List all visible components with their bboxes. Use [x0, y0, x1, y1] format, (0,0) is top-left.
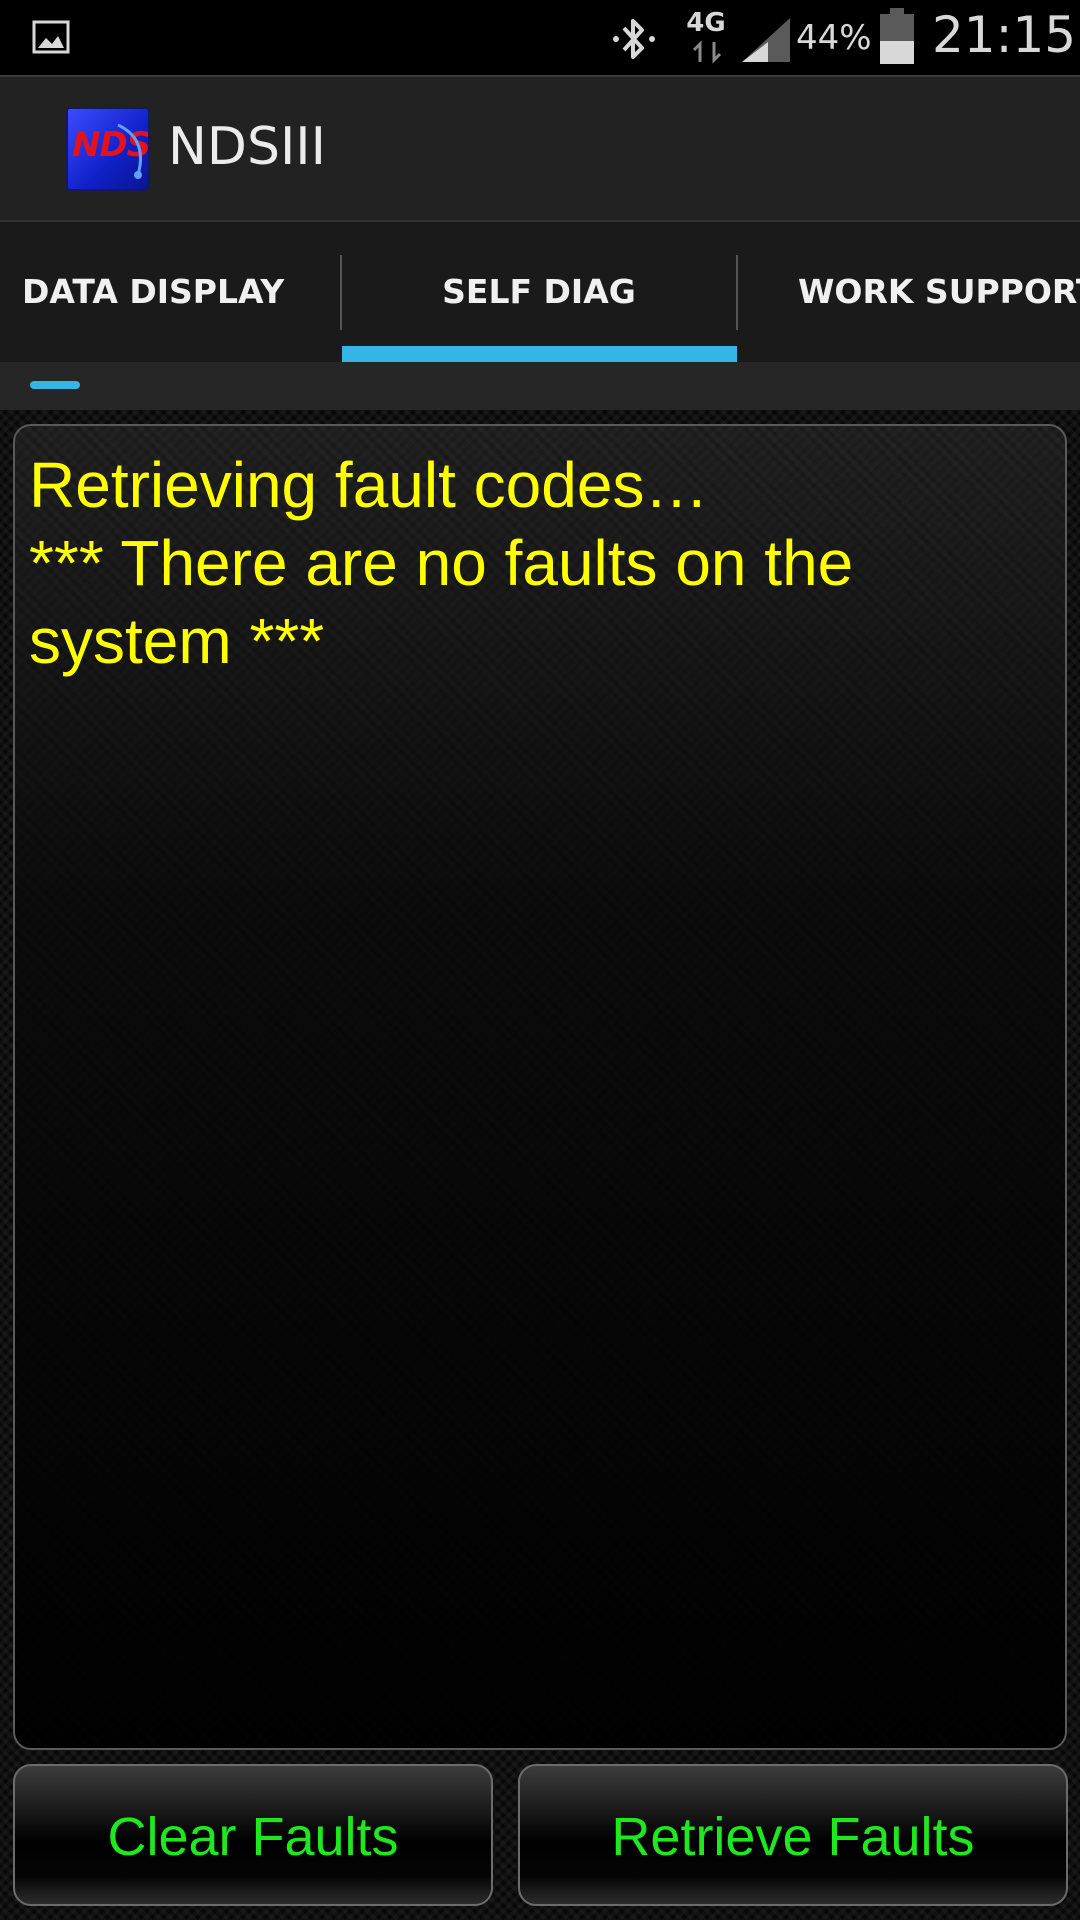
content-area: Retrieving fault codes… *** There are no… [0, 410, 1080, 1920]
status-bar: 4G 44% 21:15 [0, 0, 1080, 75]
tab-work-support[interactable]: WORK SUPPORT [738, 222, 1080, 362]
tab-strip-base [0, 362, 1080, 410]
gallery-image-icon [32, 20, 70, 54]
tab-label: WORK SUPPORT [798, 272, 1080, 311]
output-panel[interactable]: Retrieving fault codes… *** There are no… [13, 424, 1067, 1750]
output-line: *** There are no faults on the [29, 527, 854, 599]
retrieve-faults-button[interactable]: Retrieve Faults [518, 1764, 1068, 1906]
tab-label: SELF DIAG [442, 272, 636, 311]
app-title: NDSIII [168, 117, 326, 177]
output-line: system *** [29, 605, 325, 677]
logo-swoosh-icon [117, 123, 142, 179]
retrieve-faults-label: Retrieve Faults [611, 1807, 975, 1867]
output-line: Retrieving fault codes… [29, 449, 709, 521]
network-type-label: 4G [686, 8, 726, 38]
clear-faults-label: Clear Faults [107, 1807, 399, 1867]
tab-strip: DATA DISPLAY SELF DIAG WORK SUPPORT [0, 222, 1080, 362]
action-bar: NDS NDSIII [0, 75, 1080, 222]
tab-data-display[interactable]: DATA DISPLAY [0, 222, 340, 362]
bluetooth-icon [613, 19, 655, 59]
clock: 21:15 [932, 6, 1077, 64]
clear-faults-button[interactable]: Clear Faults [13, 1764, 493, 1906]
nds-logo-icon[interactable]: NDS [66, 107, 150, 191]
battery-icon [880, 8, 914, 64]
page-indicator [30, 381, 80, 389]
tab-self-diag[interactable]: SELF DIAG [342, 222, 736, 362]
cell-signal-icon [742, 18, 790, 62]
selected-tab-indicator [342, 346, 737, 362]
tab-label: DATA DISPLAY [22, 272, 285, 311]
battery-percent: 44% [796, 18, 872, 58]
data-transfer-icon [692, 40, 722, 64]
